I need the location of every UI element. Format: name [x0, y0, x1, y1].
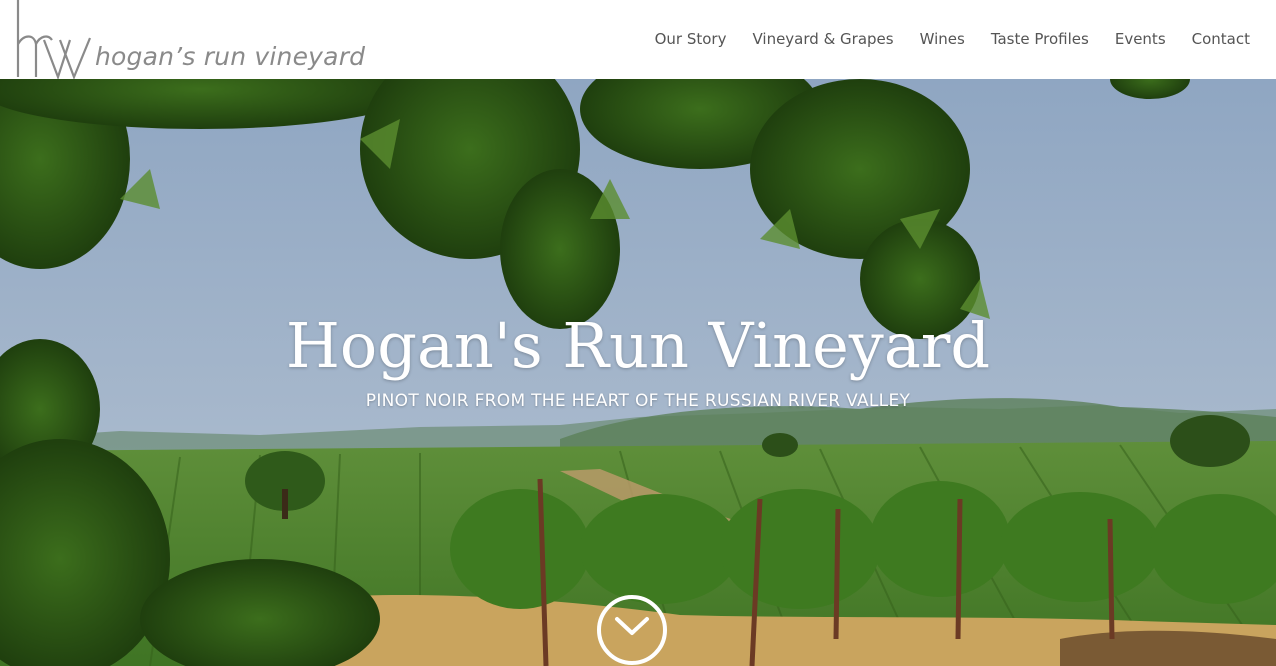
nav-wines[interactable]: Wines — [920, 30, 965, 48]
chevron-down-icon — [615, 617, 649, 635]
main-nav: Our Story Vineyard & Grapes Wines Taste … — [655, 30, 1250, 48]
nav-taste-profiles[interactable]: Taste Profiles — [991, 30, 1089, 48]
hero-title: Hogan's Run Vineyard — [285, 309, 991, 382]
hero-subtitle: PINOT NOIR FROM THE HEART OF THE RUSSIAN… — [365, 391, 911, 411]
nav-events[interactable]: Events — [1115, 30, 1166, 48]
nav-contact[interactable]: Contact — [1192, 30, 1250, 48]
site-header: hogan’s run vineyard Our Story Vineyard … — [0, 0, 1276, 79]
logo-text: hogan’s run vineyard — [95, 42, 366, 71]
logo-monogram-icon — [16, 0, 92, 79]
nav-our-story[interactable]: Our Story — [655, 30, 727, 48]
logo-link[interactable]: hogan’s run vineyard — [14, 0, 365, 79]
hero-section: Hogan's Run Vineyard PINOT NOIR FROM THE… — [0, 79, 1276, 666]
scroll-down-button[interactable] — [597, 595, 667, 665]
nav-vineyard-grapes[interactable]: Vineyard & Grapes — [752, 30, 893, 48]
